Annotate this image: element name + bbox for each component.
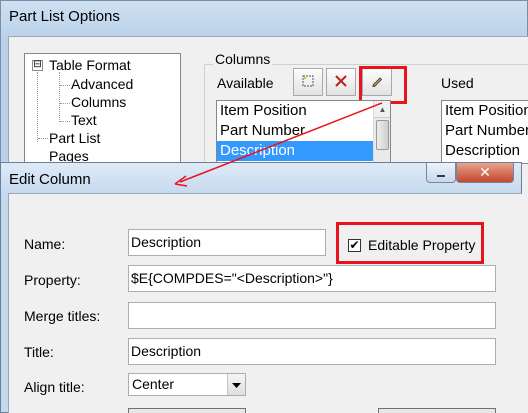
annotation-arrow [174, 102, 383, 187]
